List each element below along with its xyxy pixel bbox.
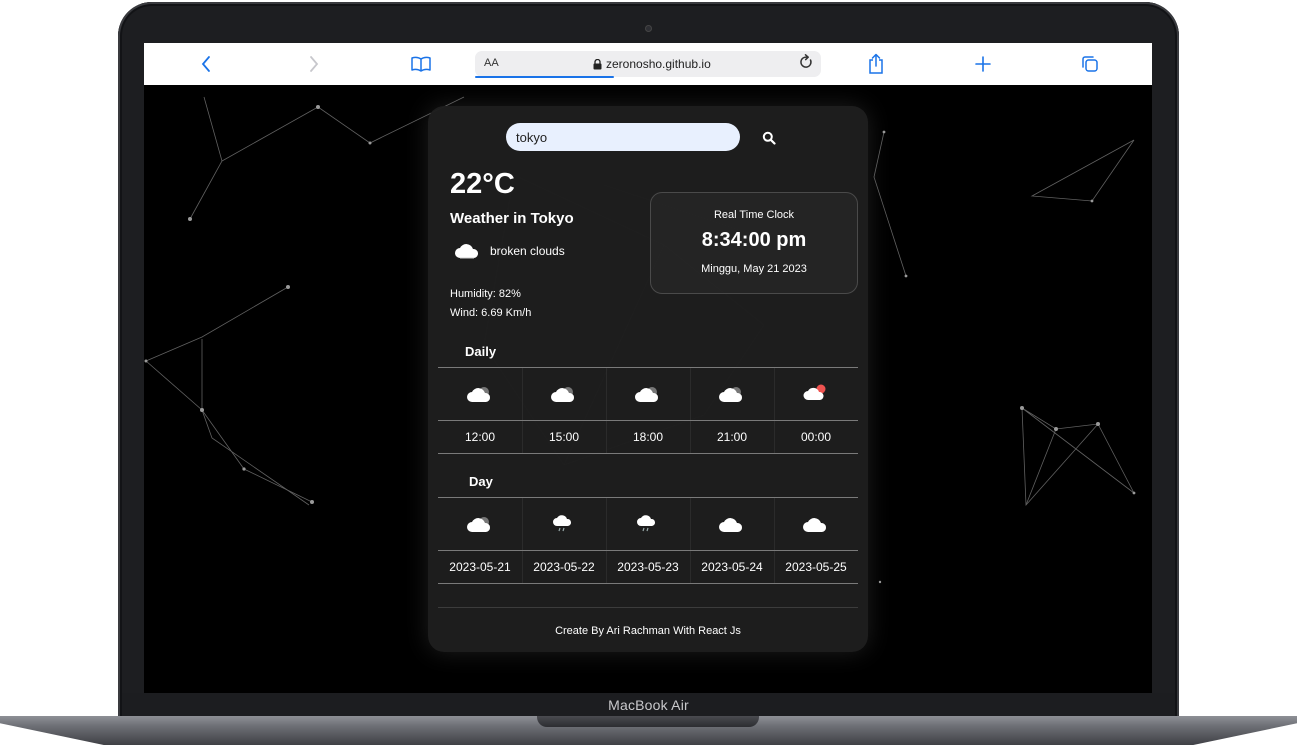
cloud-icon [803,518,827,532]
wind-text: Wind: 6.69 Km/h [450,307,532,319]
cloud-icon [719,518,743,532]
forecast-time: 21:00 [690,421,774,453]
reload-button[interactable] [799,54,813,75]
weather-description: broken clouds [454,242,565,260]
cloud-icon [719,387,743,402]
reader-aa-button[interactable]: AA [484,57,499,69]
forecast-date: 2023-05-24 [690,551,774,583]
url-text: zeronosho.github.io [606,57,711,71]
share-button[interactable] [862,50,890,78]
forecast-time: 12:00 [464,430,496,444]
web-page: 22°C Weather in Tokyo broken clouds Humi… [144,85,1152,693]
forecast-time: 00:00 [774,421,858,453]
lock-icon [593,58,602,69]
cloud-rain-icon [553,515,572,532]
city-title: Weather in Tokyo [450,210,574,227]
tabs-icon [1082,56,1098,72]
footer-credit: Create By Ari Rachman With React Js [555,625,741,637]
forecast-date: 2023-05-23 [606,551,690,583]
cloud-rain-icon [637,515,656,532]
laptop-chin: MacBook Air [122,693,1175,718]
day-icons-row [438,498,858,550]
humidity-text: Humidity: 82% [450,288,521,300]
search-button[interactable] [758,127,780,149]
laptop-screen: AA zeronosho.github.io tokyo 22°C Weathe… [144,43,1152,693]
camera-icon [645,25,652,32]
forecast-icon-cell [774,368,858,420]
laptop-hinge-notch [537,716,759,727]
chevron-left-icon [201,56,210,72]
forecast-time: 15:00 [522,421,606,453]
tabs-overview-button[interactable] [1076,50,1104,78]
forecast-icon-cell [690,368,774,420]
address-bar[interactable]: AA zeronosho.github.io [475,51,821,78]
reload-icon [800,54,812,68]
forecast-icon-cell [690,498,774,550]
description-text: broken clouds [490,244,565,258]
cloud-icon [455,244,479,259]
clock-date: Minggu, May 21 2023 [701,263,807,275]
plus-icon [975,56,991,72]
day-dates-row: 2023-05-21 2023-05-22 2023-05-23 2023-05… [438,551,858,583]
daily-title: Daily [465,344,497,359]
current-temperature: 22°C [450,168,515,200]
cloud-night-icon [803,384,826,400]
daily-icons-row [438,368,858,420]
device-label: MacBook Air [608,697,689,713]
forecast-icon-cell [522,498,606,550]
forecast-date: 2023-05-22 [522,551,606,583]
cloud-icon [635,387,659,402]
daily-times-row: 12:00 15:00 18:00 21:00 00:00 [438,421,858,453]
search-icon [762,131,776,145]
day-title: Day [469,474,493,489]
real-time-clock: Real Time Clock 8:34:00 pm Minggu, May 2… [650,192,858,294]
forecast-icon-cell [606,498,690,550]
cloud-icon [467,387,491,402]
loading-progress-bar [475,76,614,78]
search-bar [506,123,796,151]
footer-divider [438,607,858,608]
cloud-icon [551,387,575,402]
book-icon [411,56,431,72]
forward-button[interactable] [300,50,328,78]
forecast-icon-cell [606,368,690,420]
divider [438,583,858,584]
clock-title: Real Time Clock [713,209,795,221]
url-display: zeronosho.github.io [593,57,711,71]
browser-toolbar: AA zeronosho.github.io [144,43,1152,85]
bookmarks-button[interactable] [407,50,435,78]
forecast-icon-cell [438,368,522,420]
forecast-date: 2023-05-21 [449,560,511,574]
cloud-icon [467,517,491,532]
weather-card: 22°C Weather in Tokyo broken clouds Humi… [428,106,868,652]
forecast-icon-cell [774,498,858,550]
divider [438,453,858,454]
share-icon [869,53,883,74]
chevron-right-icon [310,56,319,72]
new-tab-button[interactable] [969,50,997,78]
forecast-date: 2023-05-25 [774,551,858,583]
back-button[interactable] [192,50,220,78]
forecast-icon-cell [438,498,522,550]
clock-time: 8:34:00 pm [701,229,807,251]
forecast-icon-cell [522,368,606,420]
city-search-input[interactable] [506,123,740,151]
forecast-time: 18:00 [606,421,690,453]
